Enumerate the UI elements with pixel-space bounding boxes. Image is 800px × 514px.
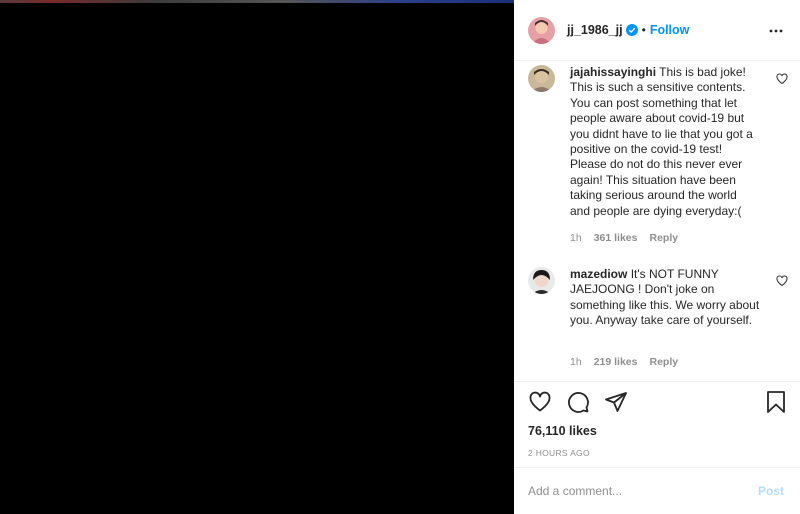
commenter-avatar[interactable] [528, 65, 555, 92]
commenter-avatar[interactable] [528, 267, 555, 294]
comment-meta: 1h 361 likes Reply [570, 232, 678, 244]
comment-time[interactable]: 1h [570, 356, 582, 368]
post-actions-bar [514, 390, 800, 416]
post-timestamp[interactable]: 2 HOURS AGO [528, 448, 590, 458]
bookmark-icon[interactable] [764, 390, 788, 414]
header-separator: • [641, 23, 646, 37]
comment-body: jajahissayinghi This is bad joke! This i… [570, 65, 760, 219]
comment-like-icon[interactable] [776, 275, 788, 287]
post-side-panel: jj_1986_jj • Follow jajahissayinghi This… [514, 0, 800, 514]
post-likes-count[interactable]: 76,110 likes [528, 424, 597, 438]
heart-icon[interactable] [528, 390, 552, 414]
paper-plane-icon[interactable] [604, 390, 628, 414]
author-avatar[interactable] [528, 16, 555, 44]
comment-like-icon[interactable] [776, 73, 788, 85]
comment-username[interactable]: jajahissayinghi [570, 65, 656, 79]
comment-reply-button[interactable]: Reply [649, 232, 678, 244]
comments-list[interactable]: jajahissayinghi This is bad joke! This i… [514, 61, 800, 381]
verified-badge-icon [625, 24, 638, 36]
comment-time[interactable]: 1h [570, 232, 582, 244]
comment-likes[interactable]: 361 likes [594, 232, 638, 244]
post-media[interactable] [0, 0, 514, 514]
comment-reply-button[interactable]: Reply [649, 356, 678, 368]
more-options-icon[interactable] [768, 23, 784, 39]
post-header: jj_1986_jj • Follow [514, 0, 800, 61]
comment-username[interactable]: mazediow [570, 267, 627, 281]
follow-button[interactable]: Follow [650, 23, 690, 37]
actions-divider [514, 381, 800, 382]
post-comment-button[interactable]: Post [758, 484, 784, 498]
author-username[interactable]: jj_1986_jj [567, 23, 623, 37]
comment-likes[interactable]: 219 likes [594, 356, 638, 368]
comment-text: This is bad joke! This is such a sensiti… [570, 65, 753, 218]
comment-body: mazediow It's NOT FUNNY JAEJOONG ! Don't… [570, 267, 760, 329]
media-top-strip [0, 0, 514, 3]
comment-meta: 1h 219 likes Reply [570, 356, 678, 368]
add-comment-bar: Post [514, 468, 800, 514]
add-comment-input[interactable] [528, 480, 748, 502]
comment-bubble-icon[interactable] [566, 390, 590, 414]
